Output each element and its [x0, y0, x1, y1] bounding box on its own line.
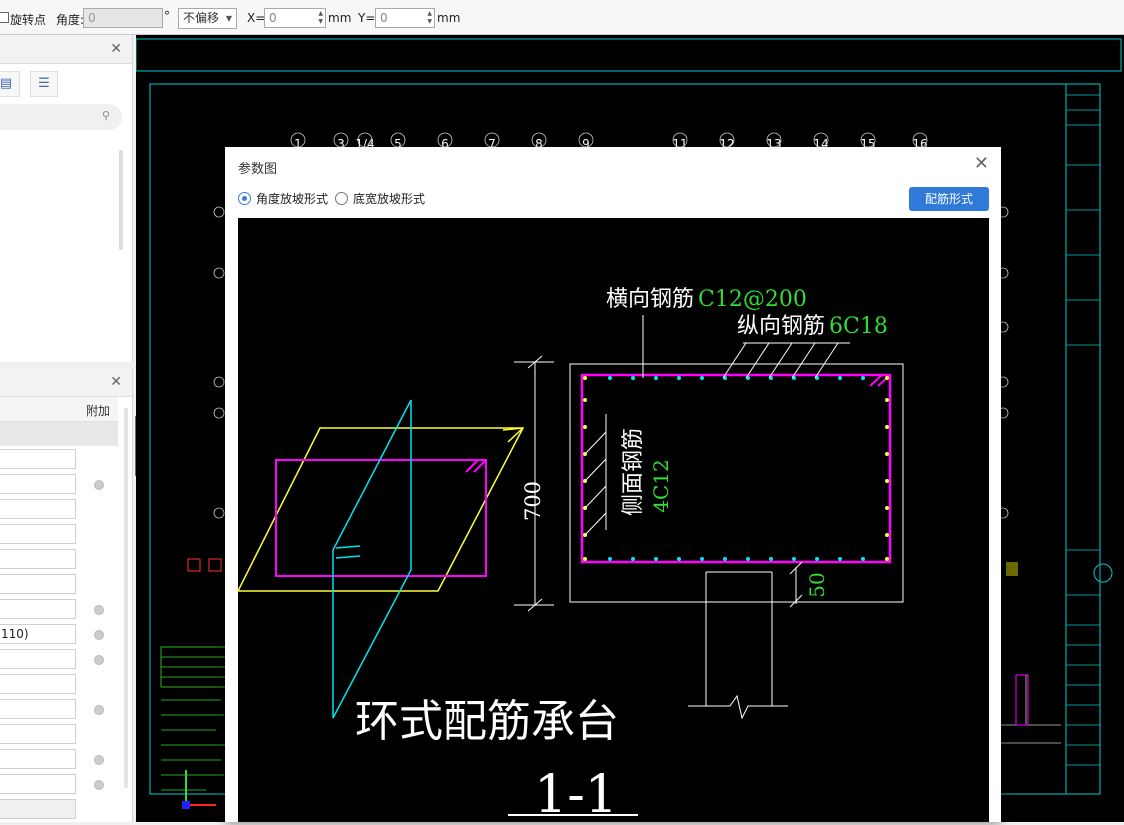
spinner-icon[interactable]: ▲ ▼: [318, 10, 323, 26]
offset-select[interactable]: 不偏移 ▼: [178, 8, 237, 29]
longitudinal-value: 6C18: [829, 314, 888, 339]
extra-option-dot[interactable]: [94, 630, 104, 640]
close-icon[interactable]: ✕: [110, 374, 122, 390]
dim-cover-label: 50: [805, 572, 829, 597]
property-panel: ✕ 附加 110): [0, 368, 133, 822]
extra-option-dot[interactable]: [94, 780, 104, 790]
degree-symbol: °: [164, 9, 170, 23]
property-field[interactable]: [0, 799, 76, 819]
property-field[interactable]: [0, 724, 76, 744]
list-view-icon[interactable]: ▤: [0, 71, 20, 97]
svg-text:纵向钢筋6C18: 纵向钢筋 6C18: [737, 314, 888, 339]
extra-option-dot[interactable]: [94, 705, 104, 715]
extra-option-dot[interactable]: [94, 655, 104, 665]
transverse-label: 横向钢筋: [606, 287, 694, 312]
x-label: X=: [247, 11, 266, 25]
scrollbar[interactable]: [124, 408, 128, 788]
property-field[interactable]: 110): [0, 624, 76, 644]
offset-select-value: 不偏移: [183, 11, 220, 25]
radio-width-slope-label: 底宽放坡形式: [353, 192, 426, 206]
property-field[interactable]: [0, 599, 76, 619]
spinner-icon[interactable]: ▲ ▼: [427, 10, 432, 26]
extra-option-dot[interactable]: [94, 755, 104, 765]
drawing-caption: 环式配筋承台: [355, 696, 619, 747]
scrollbar[interactable]: [119, 150, 123, 250]
parameter-drawing: 700 横向钢筋 C12@200 纵向钢筋 6C18 侧面钢筋 4C12 50 …: [236, 218, 989, 825]
svg-text:横向钢筋C12@200: 横向钢筋 C12@200: [606, 287, 807, 312]
property-field[interactable]: [0, 649, 76, 669]
toolbar: 旋转点 角度: 0 ° 不偏移 ▼ X= 0 ▲ ▼ mm Y= 0 ▲ ▼ mm: [0, 0, 1124, 35]
parameter-drawing-svg: 700 横向钢筋 C12@200 纵向钢筋 6C18 侧面钢筋 4C12 50 …: [236, 287, 904, 825]
side-value: 4C12: [649, 459, 673, 512]
transverse-value: C12@200: [698, 287, 807, 312]
side-label: 侧面钢筋: [621, 428, 646, 516]
radio-unselected-icon[interactable]: [335, 192, 348, 205]
property-field[interactable]: [0, 774, 76, 794]
y-input[interactable]: 0 ▲ ▼: [375, 8, 435, 28]
extra-option-dot[interactable]: [94, 605, 104, 615]
radio-width-slope[interactable]: 底宽放坡形式: [335, 190, 425, 207]
y-unit: mm: [437, 11, 461, 25]
x-input[interactable]: 0 ▲ ▼: [264, 8, 326, 28]
longitudinal-label: 纵向钢筋: [737, 314, 825, 339]
extra-column-header: 附加: [86, 404, 111, 418]
close-icon[interactable]: ✕: [110, 41, 122, 57]
parameter-dialog: 参数图 ✕ 角度放坡形式 底宽放坡形式 配筋形式 700 横向钢筋 C12@20…: [225, 147, 1001, 825]
detail-view-icon[interactable]: ☰: [30, 71, 58, 97]
section-label: 1-1: [534, 765, 618, 822]
property-field[interactable]: [0, 524, 76, 544]
property-field[interactable]: [0, 699, 76, 719]
search-icon[interactable]: ⚲: [102, 109, 110, 122]
angle-label: 角度:: [56, 13, 85, 27]
angle-input[interactable]: 0: [83, 8, 163, 28]
property-field[interactable]: [0, 749, 76, 769]
dim-height-label: 700: [521, 481, 545, 521]
property-field[interactable]: [0, 549, 76, 569]
property-field[interactable]: [0, 674, 76, 694]
extra-option-dot[interactable]: [94, 480, 104, 490]
reinforcement-type-button[interactable]: 配筋形式: [909, 187, 989, 211]
radio-selected-icon[interactable]: [238, 192, 251, 205]
component-panel: ✕ ▤ ☰ ⚲: [0, 35, 133, 362]
property-field[interactable]: [0, 449, 76, 469]
x-unit: mm: [328, 11, 352, 25]
search-input[interactable]: ⚲: [0, 104, 122, 130]
property-field[interactable]: [0, 574, 76, 594]
property-field[interactable]: [0, 499, 76, 519]
chevron-down-icon: ▼: [225, 14, 232, 23]
rotate-point-checkbox[interactable]: [0, 12, 9, 23]
y-label: Y=: [358, 11, 376, 25]
radio-angle-slope-label: 角度放坡形式: [256, 192, 329, 206]
rotate-point-label: 旋转点: [10, 13, 47, 27]
close-icon[interactable]: ✕: [974, 153, 989, 174]
radio-angle-slope[interactable]: 角度放坡形式: [238, 190, 328, 207]
column-header: 附加: [0, 397, 118, 422]
dialog-title: 参数图: [238, 162, 278, 177]
property-field[interactable]: [0, 474, 76, 494]
group-row: [0, 422, 118, 446]
